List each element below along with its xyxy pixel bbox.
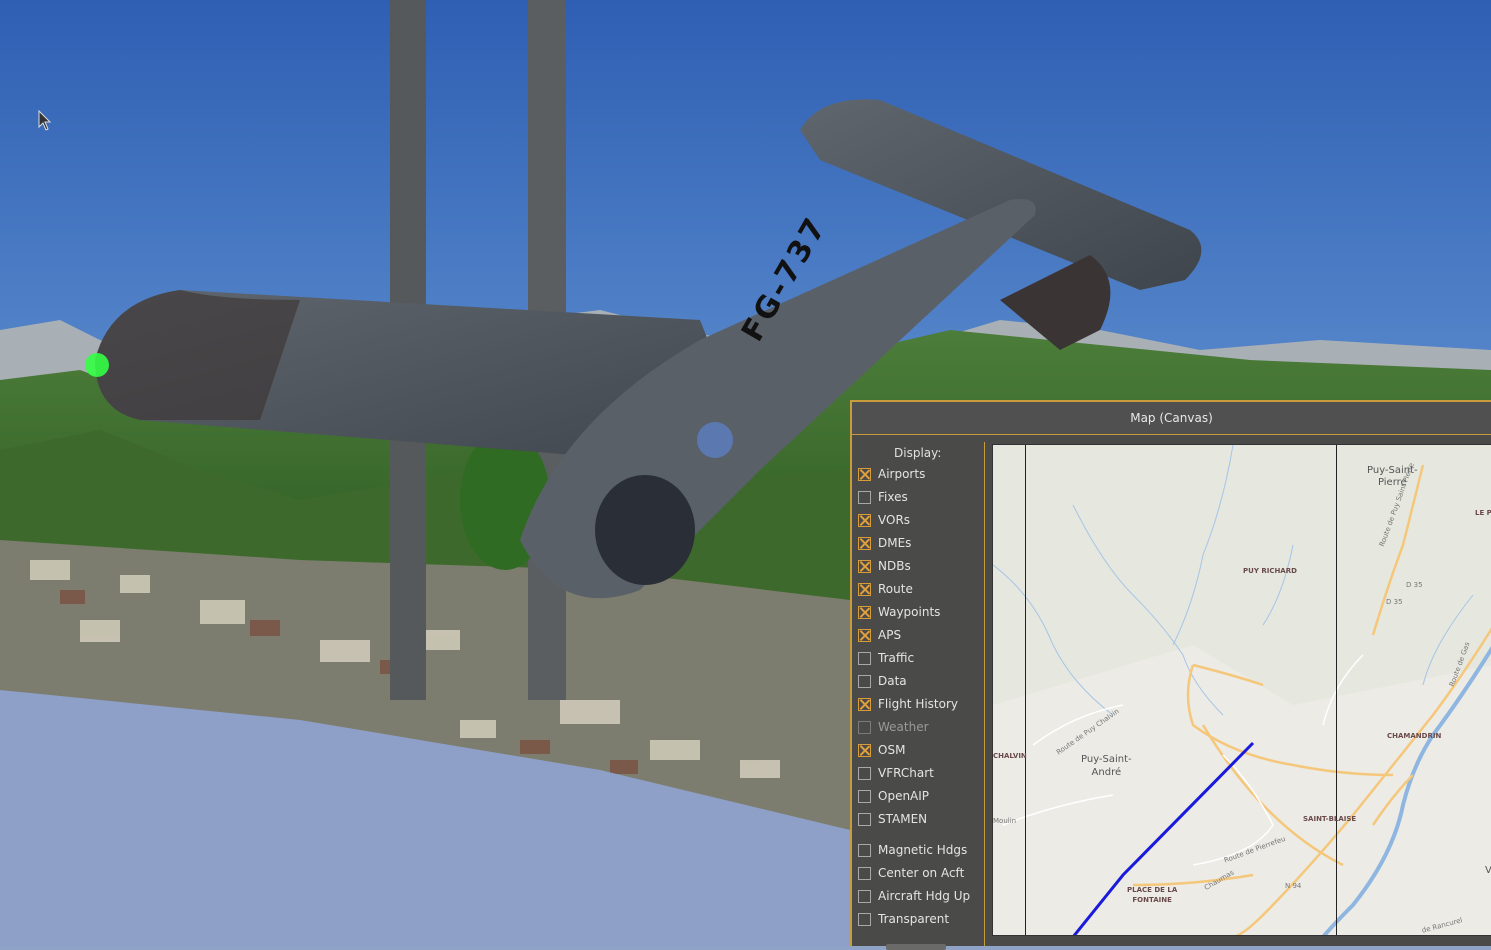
checkbox[interactable] [858, 889, 871, 903]
option-label: OSM [878, 743, 906, 757]
checkbox[interactable] [858, 628, 871, 642]
option-stamen[interactable]: STAMEN [858, 810, 927, 828]
option-airports[interactable]: Airports [858, 465, 925, 483]
checkbox[interactable] [858, 582, 871, 596]
map-label-d35a: D 35 [1406, 581, 1423, 589]
option-label: STAMEN [878, 812, 928, 826]
option-dmes[interactable]: DMEs [858, 534, 911, 552]
option-label: NDBs [878, 559, 911, 573]
option-vors[interactable]: VORs [858, 511, 910, 529]
option-magnetic-hdgs[interactable]: Magnetic Hdgs [858, 841, 967, 859]
option-label: Flight History [878, 697, 959, 711]
panel-button[interactable] [886, 944, 946, 950]
option-label: Center on Acft [878, 866, 965, 880]
checkbox[interactable] [858, 912, 871, 926]
option-label: Route [878, 582, 913, 596]
option-label: VFRChart [878, 766, 934, 780]
map-label-v: V [1485, 865, 1491, 876]
checkbox[interactable] [858, 651, 871, 665]
option-aircraft-hdg-up[interactable]: Aircraft Hdg Up [858, 887, 970, 905]
checkbox[interactable] [858, 674, 871, 688]
option-vfrchart[interactable]: VFRChart [858, 764, 934, 782]
display-options-panel: Display: Airports Fixes VORs DMEs NDBs Route W… [852, 442, 985, 950]
checkbox[interactable] [858, 866, 871, 880]
checkbox[interactable] [858, 812, 871, 826]
option-label: OpenAIP [878, 789, 930, 803]
map-label-n94: N 94 [1285, 882, 1302, 890]
checkbox[interactable] [858, 559, 871, 573]
option-label: Traffic [878, 651, 915, 665]
map-grid-line [1336, 445, 1337, 935]
option-label: Waypoints [878, 605, 941, 619]
checkbox[interactable] [858, 490, 871, 504]
option-label: Magnetic Hdgs [878, 843, 968, 857]
option-fixes[interactable]: Fixes [858, 488, 908, 506]
option-flight-history[interactable]: Flight History [858, 695, 958, 713]
option-data[interactable]: Data [858, 672, 907, 690]
option-aps[interactable]: APS [858, 626, 901, 644]
option-osm[interactable]: OSM [858, 741, 905, 759]
map-view[interactable]: Puy-Saint- Pierre PUY RICHARD LE P D 35 … [992, 444, 1491, 936]
checkbox[interactable] [858, 743, 871, 757]
map-label-moulin: Moulin [993, 817, 1017, 825]
map-label-d35b: D 35 [1386, 598, 1403, 606]
option-transparent[interactable]: Transparent [858, 910, 949, 928]
checkbox[interactable] [858, 697, 871, 711]
map-label-place-de-la-fontaine: PLACE DE LA FONTAINE [1127, 886, 1178, 904]
display-header: Display: [894, 446, 942, 460]
checkbox[interactable] [858, 789, 871, 803]
option-label: VORs [878, 513, 911, 527]
map-label-puy-saint-andre: Puy-Saint- André [1081, 754, 1132, 778]
map-label-chamandrin: CHAMANDRIN [1387, 732, 1442, 740]
option-route[interactable]: Route [858, 580, 913, 598]
option-ndbs[interactable]: NDBs [858, 557, 911, 575]
option-label: Airports [878, 467, 926, 481]
map-label-le: LE P [1475, 509, 1491, 517]
window-title[interactable]: Map (Canvas) [852, 402, 1491, 435]
option-label: Data [878, 674, 907, 688]
map-grid-line [1025, 445, 1026, 935]
option-center-on-acft[interactable]: Center on Acft [858, 864, 964, 882]
option-label: Weather [878, 720, 929, 734]
option-traffic[interactable]: Traffic [858, 649, 914, 667]
option-weather: Weather [858, 718, 929, 736]
mouse-cursor-icon [38, 110, 52, 131]
checkbox[interactable] [858, 536, 871, 550]
option-label: Fixes [878, 490, 908, 504]
checkbox[interactable] [858, 467, 871, 481]
option-label: DMEs [878, 536, 912, 550]
map-label-chalvin: CHALVIN [993, 752, 1027, 760]
option-label: Aircraft Hdg Up [878, 889, 971, 903]
map-label-saint-blaise: SAINT-BLAISE [1303, 815, 1357, 823]
map-canvas-window[interactable]: Map (Canvas) Display: Airports Fixes VORs D… [850, 400, 1491, 950]
checkbox[interactable] [858, 605, 871, 619]
option-openaip[interactable]: OpenAIP [858, 787, 929, 805]
map-graphics [993, 445, 1491, 935]
map-label-puy-richard: PUY RICHARD [1243, 567, 1297, 575]
checkbox [858, 720, 871, 734]
option-label: Transparent [878, 912, 950, 926]
option-label: APS [878, 628, 902, 642]
checkbox[interactable] [858, 766, 871, 780]
checkbox[interactable] [858, 843, 871, 857]
option-waypoints[interactable]: Waypoints [858, 603, 940, 621]
checkbox[interactable] [858, 513, 871, 527]
